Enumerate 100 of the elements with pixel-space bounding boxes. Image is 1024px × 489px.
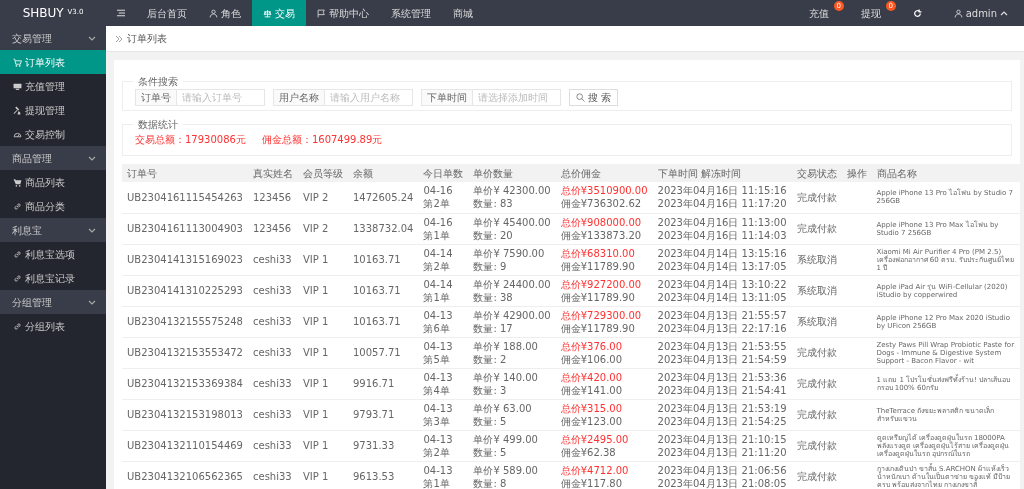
order-number: UB2304161113004903 — [127, 222, 243, 235]
balance-text: 9916.71 — [353, 377, 396, 390]
order-time: 2023年04月13日 21:06:56 — [657, 463, 787, 477]
commission-text: 佣金¥117.80 — [560, 476, 624, 489]
quantity-text: 数量: 8 — [473, 476, 508, 489]
balance-text: 1472605.24 — [353, 190, 414, 204]
sidebar-item[interactable]: 分组列表 — [0, 314, 106, 338]
nav-tab[interactable]: 帮助中心 — [306, 0, 380, 26]
total-price: 总价¥315.00 — [560, 401, 624, 415]
quantity-text: 数量: 3 — [473, 383, 508, 397]
scale-icon — [263, 8, 272, 18]
status-text: 完成付款 — [796, 222, 837, 235]
order-number: UB2304132106562365 — [127, 470, 243, 483]
unfreeze-time: 2023年04月14日 13:11:05 — [657, 290, 787, 304]
order-time: 2023年04月13日 21:55:57 — [657, 308, 787, 322]
sidebar-group[interactable]: 分组管理 — [0, 290, 106, 314]
order-time: 2023年04月16日 11:13:00 — [657, 215, 787, 229]
search-icon — [576, 93, 585, 102]
order-count: 第1单 — [423, 476, 451, 489]
sidebar-item[interactable]: 商品分类 — [0, 194, 106, 218]
nav-tab[interactable]: 后台首页 — [136, 0, 198, 26]
balance-text: 9613.53 — [353, 470, 396, 483]
column-header: 会员等级 — [298, 164, 348, 182]
order-count: 第2单 — [423, 197, 451, 211]
member-level: VIP 2 — [303, 190, 330, 204]
order-date: 04-13 — [423, 339, 454, 353]
user-name: ceshi33 — [253, 346, 293, 359]
quantity-text: 数量: 9 — [473, 259, 508, 273]
unit-price: 单价¥ 188.00 — [473, 339, 539, 353]
user-name: ceshi33 — [253, 284, 293, 297]
search-field[interactable]: 请选择添加时间 — [473, 89, 561, 106]
order-count: 第2单 — [423, 445, 451, 459]
commission-text: 佣金¥736302.62 — [560, 197, 643, 211]
user-icon — [953, 8, 963, 18]
unit-price: 单价¥ 63.00 — [473, 401, 533, 415]
commission-text: 佣金¥62.38 — [560, 445, 617, 459]
column-header: 余额 — [348, 164, 419, 182]
breadcrumb-item[interactable]: 订单列表 — [127, 31, 167, 46]
order-date: 04-14 — [423, 246, 454, 260]
sidebar-item[interactable]: 提现管理 — [0, 98, 106, 122]
cart-icon — [13, 57, 22, 67]
cart-icon — [13, 177, 22, 187]
nav-tab[interactable]: 商城 — [442, 0, 484, 26]
balance-text: 10057.71 — [353, 346, 402, 359]
unfreeze-time: 2023年04月13日 21:54:59 — [657, 352, 787, 366]
sidebar-group[interactable]: 利息宝 — [0, 218, 106, 242]
unit-price: 单价¥ 499.00 — [473, 432, 539, 446]
unfreeze-time: 2023年04月16日 11:17:20 — [657, 197, 787, 211]
quantity-text: 数量: 17 — [473, 321, 514, 335]
user-name: ceshi33 — [253, 408, 293, 421]
quantity-text: 数量: 83 — [473, 197, 514, 211]
member-level: VIP 1 — [303, 346, 330, 359]
status-text: 完成付款 — [796, 439, 837, 452]
quantity-text: 数量: 20 — [473, 228, 514, 242]
user-menu[interactable]: admin — [937, 0, 1024, 26]
unit-price: 单价¥ 24400.00 — [473, 277, 551, 291]
order-count: 第4单 — [423, 383, 451, 397]
member-level: VIP 1 — [303, 408, 330, 421]
member-level: VIP 1 — [303, 253, 330, 266]
commission-text: 佣金¥141.00 — [560, 383, 624, 397]
total-price: 总价¥2495.00 — [560, 432, 630, 446]
unfreeze-time: 2023年04月13日 21:54:25 — [657, 414, 787, 428]
monitor-icon — [13, 81, 22, 91]
order-time: 2023年04月13日 21:53:55 — [657, 339, 787, 353]
sidebar-item[interactable]: 商品列表 — [0, 170, 106, 194]
order-date: 04-13 — [423, 401, 454, 415]
status-text: 系统取消 — [796, 253, 837, 266]
order-time: 2023年04月13日 21:53:19 — [657, 401, 787, 415]
unfreeze-time: 2023年04月13日 21:11:20 — [657, 445, 787, 459]
order-date: 04-13 — [423, 463, 454, 477]
quantity-text: 数量: 5 — [473, 414, 508, 428]
commission-text: 佣金¥123.00 — [560, 414, 624, 428]
sidebar-item[interactable]: 利息宝选项 — [0, 242, 106, 266]
order-date: 04-13 — [423, 370, 454, 384]
link-icon — [13, 201, 22, 211]
sidebar-item[interactable]: 订单列表 — [0, 50, 106, 74]
nav-tab[interactable]: 角色 — [198, 0, 252, 26]
unfreeze-time: 2023年04月14日 13:17:05 — [657, 259, 787, 273]
order-number: UB2304132155575248 — [127, 315, 243, 328]
sidebar-group[interactable]: 交易管理 — [0, 26, 106, 50]
order-number: UB2304161115454263 — [127, 190, 243, 204]
sidebar-item[interactable]: 交易控制 — [0, 122, 106, 146]
sidebar-item[interactable]: 利息宝记录 — [0, 266, 106, 290]
user-name: ceshi33 — [253, 315, 293, 328]
order-time: 2023年04月13日 21:10:15 — [657, 432, 787, 446]
search-button[interactable]: 搜 索 — [569, 89, 619, 106]
nav-tab[interactable]: 系统管理 — [380, 0, 442, 26]
field-label: 订单号 — [135, 89, 177, 106]
sidebar-group[interactable]: 商品管理 — [0, 146, 106, 170]
member-level: VIP 1 — [303, 284, 330, 297]
total-price: 总价¥68310.00 — [560, 246, 636, 260]
nav-tab[interactable]: 交易 — [252, 0, 306, 26]
column-header: 今日单数 — [418, 164, 469, 182]
column-header: 操作 — [841, 164, 872, 182]
stat-text: 交易总额：17930086元 — [135, 133, 246, 147]
user-name: ceshi33 — [253, 253, 293, 266]
sidebar-item[interactable]: 充值管理 — [0, 74, 106, 98]
search-field[interactable]: 请输入用户名称 — [325, 89, 413, 106]
status-text: 完成付款 — [796, 470, 837, 483]
order-time: 2023年04月14日 13:10:22 — [657, 277, 787, 291]
